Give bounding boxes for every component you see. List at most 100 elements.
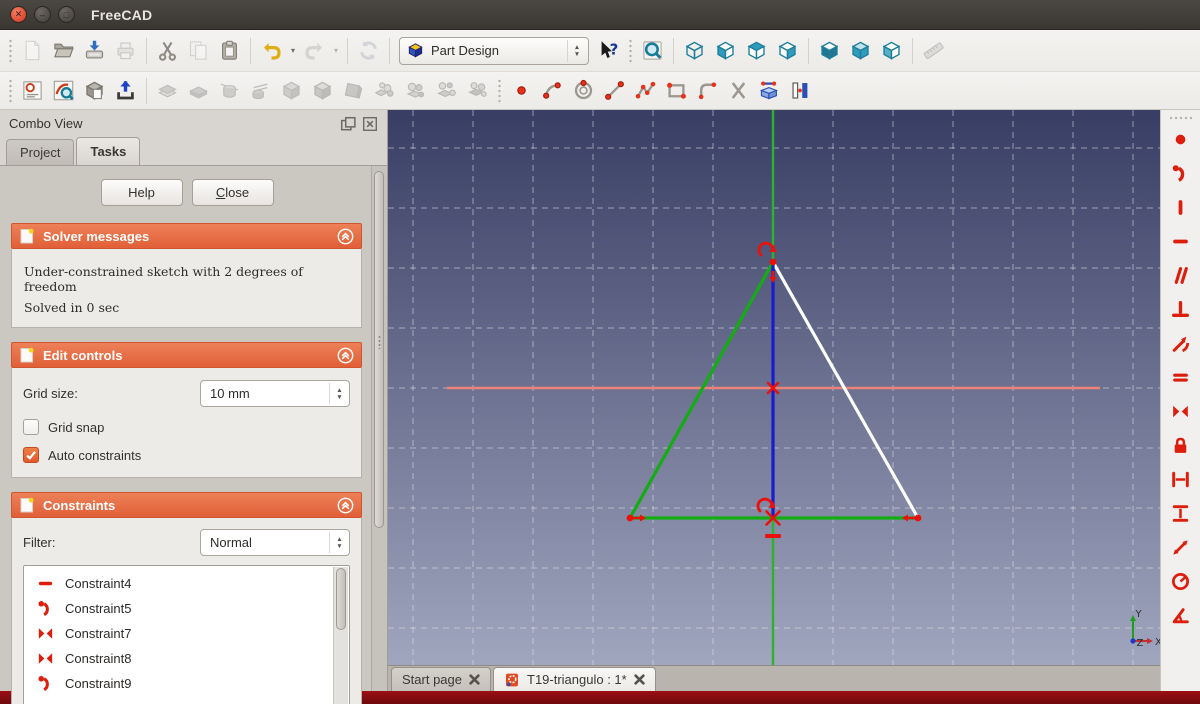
document-tab[interactable]: T19-triangulo : 1* xyxy=(493,667,656,691)
whats-this-button[interactable]: ? xyxy=(593,36,624,66)
combobox-arrows-icon[interactable]: ▲ ▼ xyxy=(567,39,586,62)
constrain-distance-y-button[interactable] xyxy=(1166,501,1196,526)
toolbar-grip[interactable] xyxy=(7,78,14,103)
auto-constraints-checkbox[interactable] xyxy=(23,447,39,463)
scrollbar-thumb[interactable] xyxy=(335,568,346,630)
construction-mode-button[interactable] xyxy=(785,76,816,106)
constraint-list-item[interactable]: Constraint4 xyxy=(24,571,349,596)
view-axonometric-button[interactable] xyxy=(679,36,710,66)
boolean-common-button[interactable] xyxy=(400,76,431,106)
close-panel-icon[interactable] xyxy=(362,116,378,131)
collapse-section-icon[interactable] xyxy=(337,347,354,364)
close-button[interactable]: Close xyxy=(191,179,274,206)
chamfer-feature-button[interactable] xyxy=(307,76,338,106)
constraints-header[interactable]: Constraints xyxy=(11,492,362,518)
constraint-list-item[interactable]: Constraint7 xyxy=(24,621,349,646)
constraint-list-item[interactable]: Constraint8 xyxy=(24,646,349,671)
constrain-equal-button[interactable] xyxy=(1166,365,1196,390)
help-button[interactable]: Help xyxy=(100,179,183,206)
create-polyline-button[interactable] xyxy=(630,76,661,106)
solver-messages-header[interactable]: Solver messages xyxy=(11,223,362,249)
create-point-button[interactable] xyxy=(506,76,537,106)
boolean-union-button[interactable] xyxy=(369,76,400,106)
triangle-left-side[interactable] xyxy=(628,260,775,520)
constrain-parallel-button[interactable] xyxy=(1166,263,1196,288)
undo-dropdown-arrow-icon[interactable]: ▾ xyxy=(287,36,299,66)
constrain-radius-button[interactable] xyxy=(1166,569,1196,594)
leave-sketch-button[interactable] xyxy=(110,76,141,106)
grid-snap-checkbox[interactable] xyxy=(23,419,39,435)
triangle-right-side[interactable] xyxy=(771,260,920,520)
constrain-distance-button[interactable] xyxy=(1166,535,1196,560)
constrain-point-on-object-button[interactable] xyxy=(1166,161,1196,186)
constrain-horizontal-button[interactable] xyxy=(1166,229,1196,254)
constrain-angle-button[interactable] xyxy=(1166,603,1196,628)
constrain-lock-button[interactable] xyxy=(1166,433,1196,458)
constrain-coincident-button[interactable] xyxy=(1166,127,1196,152)
constrain-vertical-button[interactable] xyxy=(1166,195,1196,220)
paste-button[interactable] xyxy=(214,36,245,66)
new-document-button[interactable] xyxy=(17,36,48,66)
map-sketch-button[interactable] xyxy=(79,76,110,106)
constraint-list-item[interactable]: Constraint9 xyxy=(24,671,349,696)
save-document-button[interactable] xyxy=(79,36,110,66)
refresh-button[interactable] xyxy=(353,36,384,66)
float-panel-icon[interactable] xyxy=(340,116,356,131)
toolbar-grip[interactable] xyxy=(496,78,503,103)
edit-controls-header[interactable]: Edit controls xyxy=(11,342,362,368)
cut-button[interactable] xyxy=(152,36,183,66)
trim-edge-button[interactable] xyxy=(723,76,754,106)
collapse-section-icon[interactable] xyxy=(337,497,354,514)
window-minimize-button[interactable]: – xyxy=(34,6,51,23)
tasks-scrollbar[interactable] xyxy=(371,166,387,691)
document-tab[interactable]: Start page xyxy=(391,667,491,691)
measure-button[interactable] xyxy=(918,36,949,66)
pad-button[interactable] xyxy=(152,76,183,106)
constrain-symmetric-button[interactable] xyxy=(1166,399,1196,424)
fillet-feature-button[interactable] xyxy=(276,76,307,106)
redo-dropdown-arrow-icon[interactable]: ▾ xyxy=(330,36,342,66)
create-rectangle-button[interactable] xyxy=(661,76,692,106)
sketch-canvas[interactable]: Y Z X xyxy=(388,110,1160,665)
create-arc-button[interactable] xyxy=(537,76,568,106)
constraint-list-scrollbar[interactable]: ▼ xyxy=(333,567,348,704)
view-bottom-button[interactable] xyxy=(845,36,876,66)
filter-combobox[interactable]: Normal ▲ ▼ xyxy=(200,529,350,556)
undo-button[interactable] xyxy=(256,36,287,66)
groove-button[interactable] xyxy=(245,76,276,106)
external-geometry-button[interactable] xyxy=(754,76,785,106)
revolution-button[interactable] xyxy=(214,76,245,106)
window-maximize-button[interactable]: □ xyxy=(58,6,75,23)
toolbar-grip[interactable] xyxy=(7,38,14,63)
view-front-button[interactable] xyxy=(710,36,741,66)
toolbar-grip[interactable] xyxy=(627,38,634,63)
create-circle-button[interactable] xyxy=(568,76,599,106)
view-right-button[interactable] xyxy=(772,36,803,66)
constrain-perpendicular-button[interactable] xyxy=(1166,297,1196,322)
spinbox-arrows-icon[interactable]: ▲ ▼ xyxy=(329,383,349,404)
toolbar-grip[interactable] xyxy=(1169,115,1192,121)
window-close-button[interactable]: ✕ xyxy=(10,6,27,23)
3d-viewport[interactable]: Y ZX xyxy=(388,110,1160,665)
fit-all-button[interactable] xyxy=(637,36,668,66)
pocket-button[interactable] xyxy=(183,76,214,106)
grid-size-spinbox[interactable]: 10 mm ▲ ▼ xyxy=(200,380,350,407)
create-fillet-button[interactable] xyxy=(692,76,723,106)
draft-feature-button[interactable] xyxy=(338,76,369,106)
view-left-button[interactable] xyxy=(876,36,907,66)
new-sketch-button[interactable] xyxy=(17,76,48,106)
tab-project[interactable]: Project xyxy=(6,139,75,165)
combobox-arrows-icon[interactable]: ▲ ▼ xyxy=(329,532,349,553)
constraint-list-item[interactable]: Constraint5 xyxy=(24,596,349,621)
constrain-tangent-button[interactable] xyxy=(1166,331,1196,356)
tab-tasks[interactable]: Tasks xyxy=(76,137,141,165)
boolean-section-button[interactable] xyxy=(462,76,493,106)
tab-close-icon[interactable] xyxy=(634,674,645,685)
create-line-button[interactable] xyxy=(599,76,630,106)
constraint-list[interactable]: Constraint4 Constraint5 Constraint7 Constra… xyxy=(23,565,350,704)
boolean-cut-button[interactable] xyxy=(431,76,462,106)
view-sketch-button[interactable] xyxy=(48,76,79,106)
collapse-section-icon[interactable] xyxy=(337,228,354,245)
copy-button[interactable] xyxy=(183,36,214,66)
print-button[interactable] xyxy=(110,36,141,66)
